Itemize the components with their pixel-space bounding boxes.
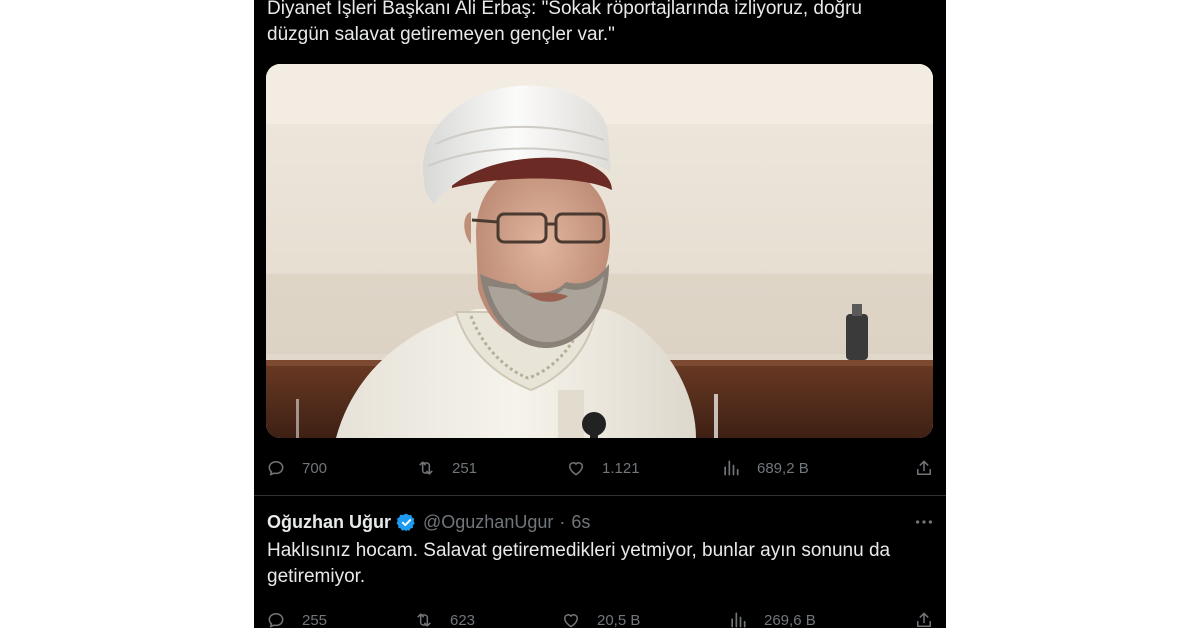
tweet-text: Diyanet İşleri Başkanı Ali Erbaş: "Sokak… bbox=[267, 0, 862, 45]
retweet-icon bbox=[417, 613, 431, 627]
views-icon bbox=[731, 612, 746, 628]
reply-actions: 255 623 20,5 B 269,6 B bbox=[266, 605, 934, 628]
tweet-photo[interactable] bbox=[266, 64, 933, 438]
tweet-time[interactable]: 6s bbox=[571, 512, 590, 533]
reply-count: 255 bbox=[302, 611, 328, 628]
reply-header: Oğuzhan Uğur @OguzhanUgur · 6s bbox=[267, 510, 935, 534]
views-count: 269,6 B bbox=[764, 611, 816, 628]
retweet-icon bbox=[419, 461, 433, 475]
reply-icon bbox=[268, 613, 284, 628]
like-icon bbox=[569, 462, 583, 476]
tweet-feed: Diyanet İşleri Başkanı Ali Erbaş: "Sokak… bbox=[254, 0, 946, 628]
portrait-image bbox=[266, 64, 933, 438]
share-icon bbox=[917, 460, 931, 475]
reply-text: Haklısınız hocam. Salavat getiremedikler… bbox=[267, 540, 891, 587]
views-button[interactable]: 269,6 B bbox=[728, 605, 816, 628]
like-button[interactable]: 20,5 B bbox=[561, 605, 640, 628]
tweet-divider bbox=[254, 495, 946, 496]
share-icon bbox=[917, 612, 931, 627]
views-icon bbox=[724, 460, 739, 476]
more-icon bbox=[915, 520, 933, 524]
reply-icon bbox=[268, 461, 284, 476]
reply-button[interactable]: 700 bbox=[266, 453, 327, 483]
reply-button[interactable]: 255 bbox=[266, 605, 327, 628]
share-button[interactable] bbox=[914, 605, 934, 628]
verified-badge-icon bbox=[396, 513, 415, 531]
like-icon bbox=[564, 614, 578, 628]
separator-dot: · bbox=[559, 511, 566, 532]
tweet-actions: 700 251 1.121 689,2 B bbox=[266, 453, 934, 483]
like-count: 1.121 bbox=[602, 459, 640, 477]
retweet-button[interactable]: 623 bbox=[414, 605, 475, 628]
views-count: 689,2 B bbox=[757, 459, 809, 477]
views-button[interactable]: 689,2 B bbox=[721, 453, 809, 483]
author-handle[interactable]: @OguzhanUgur bbox=[423, 512, 553, 533]
more-button[interactable] bbox=[913, 510, 935, 534]
reply-count: 700 bbox=[302, 459, 328, 477]
like-button[interactable]: 1.121 bbox=[566, 453, 640, 483]
retweet-count: 251 bbox=[452, 459, 478, 477]
retweet-count: 623 bbox=[450, 611, 476, 628]
author-name[interactable]: Oğuzhan Uğur bbox=[267, 512, 391, 533]
retweet-button[interactable]: 251 bbox=[416, 453, 477, 483]
share-button[interactable] bbox=[914, 453, 934, 483]
like-count: 20,5 B bbox=[597, 611, 641, 628]
